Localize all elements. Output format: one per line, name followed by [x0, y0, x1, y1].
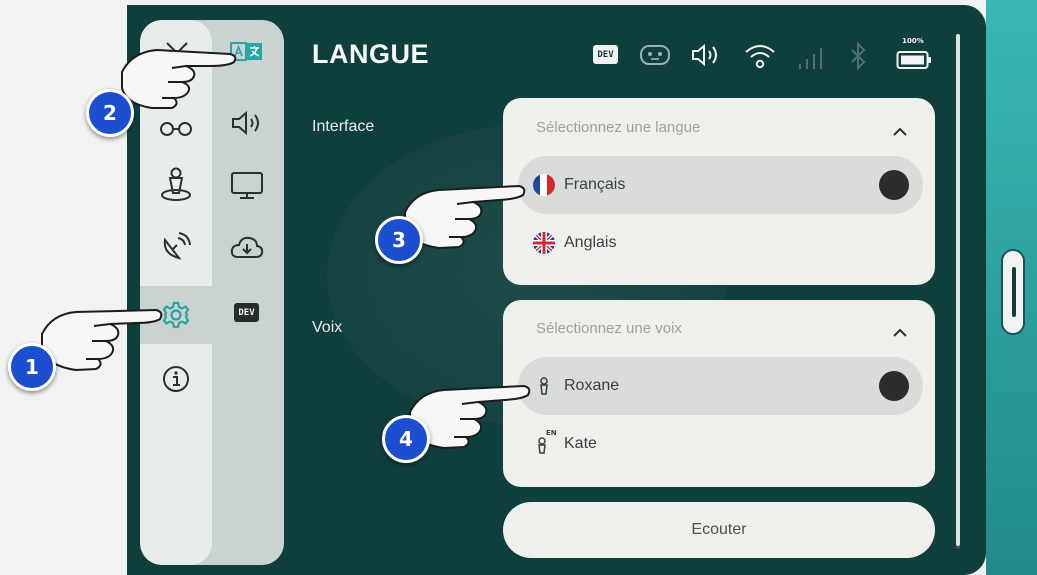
signal-bars-icon: [795, 44, 825, 72]
voice-option-roxane[interactable]: Roxane: [518, 357, 923, 415]
page-title: LANGUE: [312, 39, 429, 69]
selected-indicator: [879, 371, 909, 401]
monitor-icon[interactable]: [229, 170, 265, 202]
side-drag-handle[interactable]: [1001, 249, 1025, 335]
robot-face-icon[interactable]: [638, 42, 672, 68]
pointing-hand-icon: [121, 48, 237, 109]
language-placeholder: Sélectionnez une langue: [536, 119, 701, 136]
bluetooth-icon: [847, 41, 869, 71]
voice-label: Voix: [312, 319, 343, 336]
language-option-english[interactable]: Anglais: [518, 214, 923, 272]
chevron-up-icon[interactable]: [893, 122, 907, 141]
scrollbar-thumb[interactable]: [956, 34, 960, 546]
cloud-download-icon[interactable]: [229, 233, 265, 263]
flag-france-icon: [533, 174, 555, 196]
status-dev-icon[interactable]: DEV: [593, 45, 618, 64]
battery-level-label: 100%: [902, 37, 924, 45]
selected-indicator: [879, 170, 909, 200]
language-option-label: Anglais: [564, 234, 617, 251]
person-on-platform-icon[interactable]: [159, 165, 193, 205]
satellite-dish-icon[interactable]: [159, 230, 193, 264]
chevron-up-icon[interactable]: [893, 323, 907, 342]
voice-language-badge: EN: [546, 429, 557, 437]
volume-icon[interactable]: [689, 41, 723, 69]
voice-dropdown[interactable]: Sélectionnez une voix Roxane EN Kate: [503, 300, 935, 487]
sound-icon[interactable]: [229, 108, 265, 138]
glasses-icon[interactable]: [158, 115, 194, 141]
voice-person-icon: EN: [533, 429, 557, 455]
language-option-french[interactable]: Français: [518, 156, 923, 214]
callout-badge-2: 2: [86, 89, 134, 137]
callout-badge-3: 3: [375, 216, 423, 264]
sidebar-dev-badge: DEV: [234, 303, 259, 322]
battery-icon: [896, 49, 932, 71]
status-dev-badge: DEV: [593, 45, 618, 64]
callout-badge-4: 4: [382, 415, 430, 463]
language-option-label: Français: [564, 176, 626, 193]
wifi-icon[interactable]: [742, 40, 778, 72]
flag-uk-icon: [533, 232, 555, 254]
callout-badge-1: 1: [8, 343, 56, 391]
voice-person-icon: [533, 375, 555, 397]
voice-placeholder: Sélectionnez une voix: [536, 320, 682, 337]
voice-option-label: Kate: [564, 435, 597, 452]
interface-label: Interface: [312, 118, 375, 135]
sidebar-dev-icon[interactable]: DEV: [234, 303, 259, 322]
voice-option-label: Roxane: [564, 377, 620, 394]
listen-button[interactable]: Ecouter: [503, 502, 935, 558]
voice-option-kate[interactable]: EN Kate: [518, 415, 923, 473]
language-dropdown[interactable]: Sélectionnez une langue Français Anglais: [503, 98, 935, 285]
